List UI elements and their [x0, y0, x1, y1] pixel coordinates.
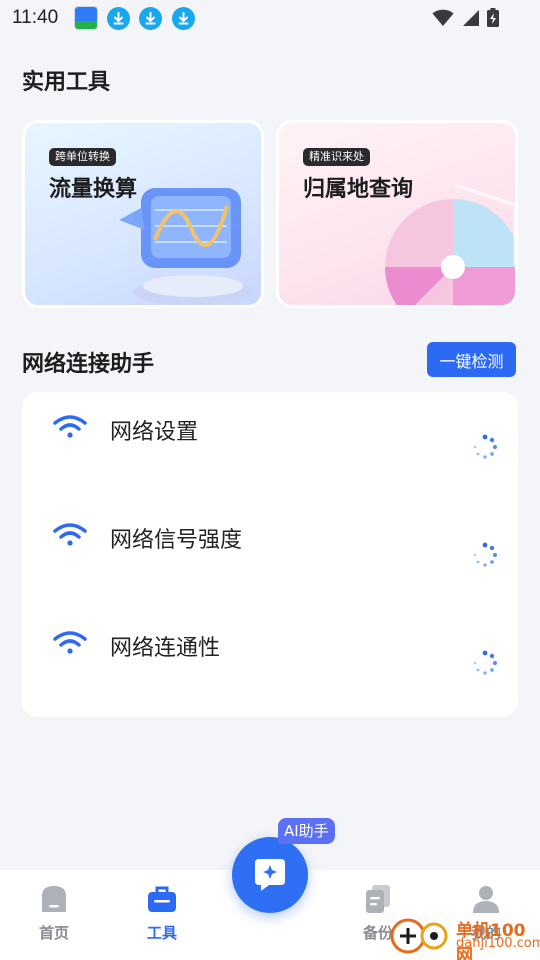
list-item-connectivity[interactable]: 网络连通性 — [22, 608, 518, 708]
list-item-network-settings[interactable]: 网络设置 — [22, 392, 518, 492]
card-tag: 精准识来处 — [303, 148, 370, 166]
network-section-title: 网络连接助手 — [22, 352, 155, 377]
ai-assistant-button[interactable] — [232, 837, 308, 913]
one-click-detect-button[interactable]: 一键检测 — [427, 342, 516, 377]
toolbox-icon — [148, 886, 176, 912]
backup-icon — [366, 885, 390, 913]
loading-spinner-icon — [473, 650, 497, 675]
traffic-conversion-card[interactable]: 跨单位转换 流量换算 — [22, 120, 264, 308]
app-notification-icon — [74, 6, 98, 30]
list-item-label: 网络连通性 — [110, 636, 221, 661]
list-item-label: 网络设置 — [110, 420, 199, 445]
status-icons — [432, 8, 500, 28]
card-tag: 跨单位转换 — [49, 148, 116, 166]
pie-dial-illustration — [385, 185, 515, 305]
status-bar: 11:40 — [0, 0, 540, 36]
download-icon — [139, 7, 162, 30]
profile-icon — [473, 886, 499, 913]
wifi-icon — [53, 415, 87, 438]
battery-charging-icon — [487, 8, 499, 27]
network-list: 网络设置 网络信号强度 网络连通性 — [22, 392, 518, 717]
nav-home[interactable]: 首页 — [14, 884, 94, 943]
cell-signal-icon — [463, 10, 479, 26]
home-icon — [42, 886, 66, 912]
loading-spinner-icon — [473, 434, 497, 459]
wifi-icon — [53, 523, 87, 546]
ai-chat-sparkle-icon — [255, 859, 285, 891]
nav-label: 工具 — [146, 924, 177, 942]
nav-label: 首页 — [38, 924, 69, 942]
watermark-url: danji100.com — [456, 936, 540, 951]
tools-section-title: 实用工具 — [22, 70, 111, 95]
ai-assistant-badge: AI助手 — [278, 818, 335, 844]
download-icon — [107, 7, 130, 30]
watermark-logo-icon — [390, 918, 448, 954]
nav-tools[interactable]: 工具 — [122, 884, 202, 943]
download-icon — [172, 7, 195, 30]
wifi-status-icon — [432, 9, 454, 27]
list-item-label: 网络信号强度 — [110, 528, 243, 553]
chart-monitor-illustration — [119, 188, 253, 305]
loading-spinner-icon — [473, 542, 497, 567]
status-time: 11:40 — [12, 7, 59, 28]
location-lookup-card[interactable]: 精准识来处 归属地查询 — [276, 120, 518, 308]
list-item-signal-strength[interactable]: 网络信号强度 — [22, 500, 518, 600]
site-watermark: 单机100网 danji100.com — [388, 912, 540, 960]
wifi-icon — [53, 631, 87, 654]
